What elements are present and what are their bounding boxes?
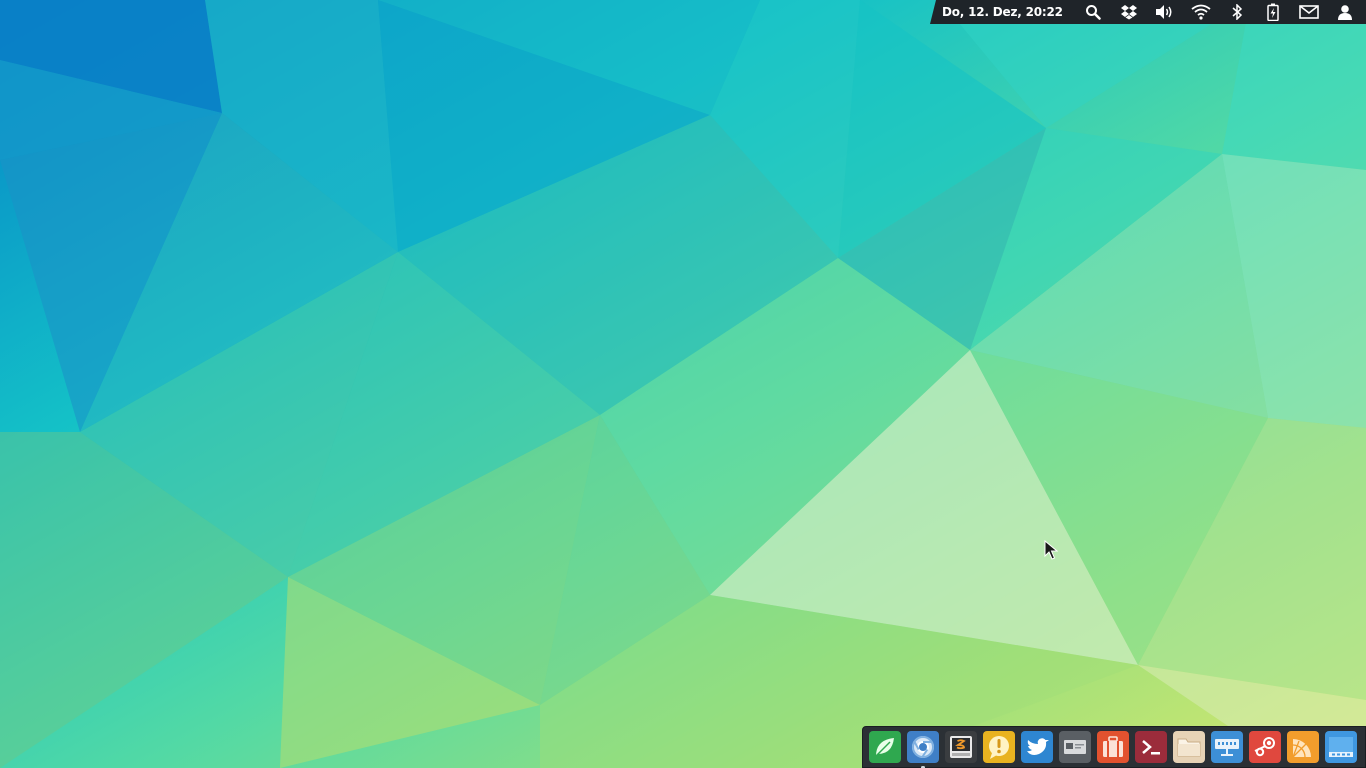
dock-item-steam[interactable] (1249, 731, 1281, 763)
briefcase-app-icon (1103, 736, 1123, 757)
wifi-icon[interactable] (1183, 0, 1219, 24)
mouse-pointer-icon (1044, 540, 1058, 560)
desktop[interactable]: Do, 12. Dez, 20:22 (0, 0, 1366, 768)
twitter-bird-icon (1027, 738, 1049, 755)
dock-item-sublime-text[interactable] (945, 731, 977, 763)
dock-item-briefcase-app[interactable] (1097, 731, 1129, 763)
dock-item-twitter-client[interactable] (1021, 731, 1053, 763)
terminal-icon (1142, 740, 1160, 755)
battery-icon[interactable] (1255, 0, 1291, 24)
network-drive-icon (1215, 739, 1239, 756)
mail-icon[interactable] (1291, 0, 1327, 24)
notification-alert-icon (989, 736, 1009, 759)
wallpaper-image (0, 0, 1366, 768)
dock-item-system-settings[interactable] (1059, 731, 1091, 763)
clock-indicator[interactable]: Do, 12. Dez, 20:22 (942, 5, 1063, 19)
dock-item-terminal[interactable] (1135, 731, 1167, 763)
volume-icon[interactable] (1147, 0, 1183, 24)
files-folder-icon (1177, 738, 1201, 757)
sublime-text-icon (950, 736, 972, 758)
bluetooth-icon[interactable] (1219, 0, 1255, 24)
show-desktop-icon (1329, 737, 1353, 757)
dock-item-notification-alert[interactable] (983, 731, 1015, 763)
dock-item-show-desktop[interactable] (1325, 731, 1357, 763)
system-settings-icon (1064, 740, 1086, 754)
top-panel: Do, 12. Dez, 20:22 (930, 0, 1366, 24)
orange-app-icon (1292, 739, 1311, 758)
dock-item-chromium-browser[interactable] (907, 731, 939, 768)
dropbox-icon[interactable] (1111, 0, 1147, 24)
search-icon[interactable] (1075, 0, 1111, 24)
dock-item-files[interactable] (1173, 731, 1205, 763)
system-tray (1075, 0, 1366, 24)
dock-item-orange-app[interactable] (1287, 731, 1319, 763)
chromium-browser-icon (912, 736, 934, 759)
dock-item-network-drive[interactable] (1211, 731, 1243, 763)
steam-icon (1254, 737, 1275, 757)
dock (862, 726, 1366, 768)
leaf-app-icon (875, 738, 894, 757)
dock-item-leaf-app[interactable] (869, 731, 901, 763)
user-icon[interactable] (1327, 0, 1363, 24)
